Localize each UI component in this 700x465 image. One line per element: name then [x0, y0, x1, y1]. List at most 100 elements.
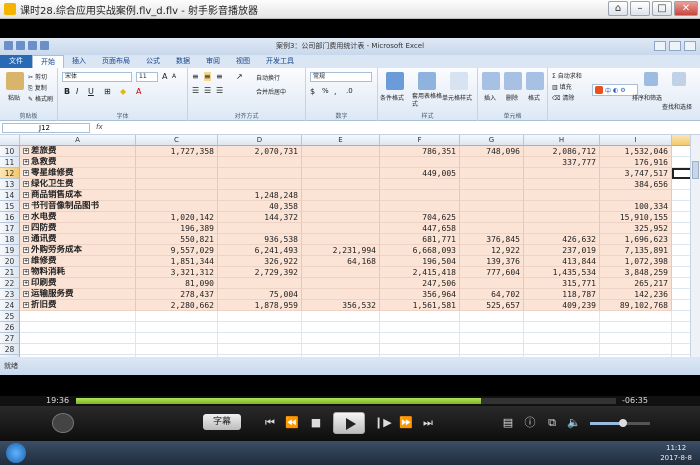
expense-name-cell[interactable]: + 零星维修费 — [20, 168, 136, 179]
column-header-f[interactable]: F — [380, 135, 460, 146]
expand-icon[interactable]: + — [23, 302, 29, 308]
value-cell[interactable] — [218, 179, 302, 190]
comma-button[interactable]: , — [334, 87, 337, 96]
value-cell[interactable] — [218, 168, 302, 179]
player-minimize-button[interactable]: – — [630, 1, 650, 16]
value-cell[interactable] — [524, 212, 600, 223]
value-cell[interactable]: 139,376 — [460, 256, 524, 267]
grow-font-button[interactable]: A — [162, 72, 167, 81]
ime-settings-icon[interactable]: ⚙ — [620, 87, 625, 94]
value-cell[interactable] — [524, 201, 600, 212]
value-cell[interactable]: 3,321,312 — [136, 267, 218, 278]
value-cell[interactable]: 176,916 — [600, 157, 672, 168]
expand-icon[interactable]: + — [23, 225, 29, 231]
value-cell[interactable] — [302, 267, 380, 278]
value-cell[interactable] — [218, 157, 302, 168]
value-cell[interactable] — [524, 179, 600, 190]
value-cell[interactable] — [218, 333, 302, 344]
column-header-g[interactable]: G — [460, 135, 524, 146]
value-cell[interactable] — [302, 311, 380, 322]
value-cell[interactable] — [380, 157, 460, 168]
expense-name-cell[interactable]: + 商品销售成本 — [20, 190, 136, 201]
value-cell[interactable] — [460, 157, 524, 168]
expand-icon[interactable]: + — [23, 148, 29, 154]
insert-cells-icon[interactable] — [482, 72, 500, 90]
value-cell[interactable]: 3,848,259 — [600, 267, 672, 278]
value-cell[interactable] — [460, 223, 524, 234]
paste-icon[interactable] — [6, 72, 24, 90]
decimal-icon[interactable]: .0 — [346, 87, 353, 95]
value-cell[interactable] — [302, 234, 380, 245]
align-center-icon[interactable]: ☰ — [204, 86, 211, 95]
italic-button[interactable]: I — [76, 87, 78, 96]
column-header-e[interactable]: E — [302, 135, 380, 146]
value-cell[interactable] — [218, 311, 302, 322]
start-button[interactable] — [6, 443, 26, 463]
copy-button[interactable]: ⎘ 复制 — [28, 83, 47, 93]
autosum-button[interactable]: Σ 自动求和 — [552, 71, 582, 80]
value-cell[interactable]: 2,231,994 — [302, 245, 380, 256]
value-cell[interactable]: 447,658 — [380, 223, 460, 234]
expense-name-cell[interactable]: + 物料消耗 — [20, 267, 136, 278]
tab-page-layout[interactable]: 页面布局 — [94, 55, 138, 68]
value-cell[interactable] — [460, 190, 524, 201]
align-middle-icon[interactable]: ≡ — [204, 72, 211, 81]
expand-icon[interactable]: + — [23, 258, 29, 264]
value-cell[interactable] — [600, 311, 672, 322]
value-cell[interactable] — [302, 168, 380, 179]
row-header[interactable]: 22 — [0, 278, 20, 289]
value-cell[interactable]: 525,657 — [460, 300, 524, 311]
value-cell[interactable]: 337,777 — [524, 157, 600, 168]
value-cell[interactable] — [136, 190, 218, 201]
value-cell[interactable] — [460, 333, 524, 344]
volume-knob[interactable] — [619, 419, 627, 427]
row-header[interactable]: 26 — [0, 322, 20, 333]
value-cell[interactable]: 748,096 — [460, 146, 524, 157]
value-cell[interactable]: 2,280,662 — [136, 300, 218, 311]
row-header[interactable]: 15 — [0, 201, 20, 212]
value-cell[interactable]: 1,435,534 — [524, 267, 600, 278]
conditional-format-icon[interactable] — [386, 72, 404, 90]
playlist-icon[interactable]: ▤ — [500, 415, 516, 431]
value-cell[interactable] — [136, 201, 218, 212]
value-cell[interactable]: 142,236 — [600, 289, 672, 300]
value-cell[interactable] — [218, 278, 302, 289]
row-header[interactable]: 11 — [0, 157, 20, 168]
value-cell[interactable] — [380, 190, 460, 201]
expand-icon[interactable]: + — [23, 214, 29, 220]
value-cell[interactable]: 777,604 — [460, 267, 524, 278]
value-cell[interactable]: 550,821 — [136, 234, 218, 245]
row-header[interactable]: 27 — [0, 333, 20, 344]
expand-icon[interactable]: + — [23, 247, 29, 253]
font-size-select[interactable]: 11 — [136, 72, 158, 82]
merge-center-button[interactable]: 合并后居中 — [256, 87, 286, 96]
expense-name-cell[interactable]: + 差旅费 — [20, 146, 136, 157]
value-cell[interactable] — [460, 212, 524, 223]
expense-name-cell[interactable] — [20, 311, 136, 322]
value-cell[interactable] — [302, 212, 380, 223]
value-cell[interactable] — [524, 168, 600, 179]
value-cell[interactable]: 7,135,891 — [600, 245, 672, 256]
name-box[interactable]: J12 — [2, 123, 90, 133]
value-cell[interactable]: 1,072,398 — [600, 256, 672, 267]
excel-maximize-button[interactable] — [669, 41, 681, 51]
value-cell[interactable] — [302, 289, 380, 300]
value-cell[interactable] — [524, 190, 600, 201]
value-cell[interactable] — [302, 179, 380, 190]
row-header[interactable]: 23 — [0, 289, 20, 300]
expand-icon[interactable]: + — [23, 280, 29, 286]
value-cell[interactable] — [302, 201, 380, 212]
wrap-text-button[interactable]: 自动换行 — [256, 73, 280, 82]
excel-minimize-button[interactable] — [654, 41, 666, 51]
value-cell[interactable] — [524, 322, 600, 333]
tab-data[interactable]: 数据 — [168, 55, 198, 68]
value-cell[interactable] — [380, 322, 460, 333]
format-cells-icon[interactable] — [526, 72, 544, 90]
value-cell[interactable]: 1,851,344 — [136, 256, 218, 267]
value-cell[interactable] — [302, 190, 380, 201]
playback-progress[interactable]: 19:36 -06:35 — [0, 396, 700, 406]
tab-file[interactable]: 文件 — [0, 55, 32, 68]
table-format-icon[interactable] — [418, 72, 436, 90]
player-close-button[interactable]: ✕ — [674, 1, 698, 16]
value-cell[interactable]: 786,351 — [380, 146, 460, 157]
